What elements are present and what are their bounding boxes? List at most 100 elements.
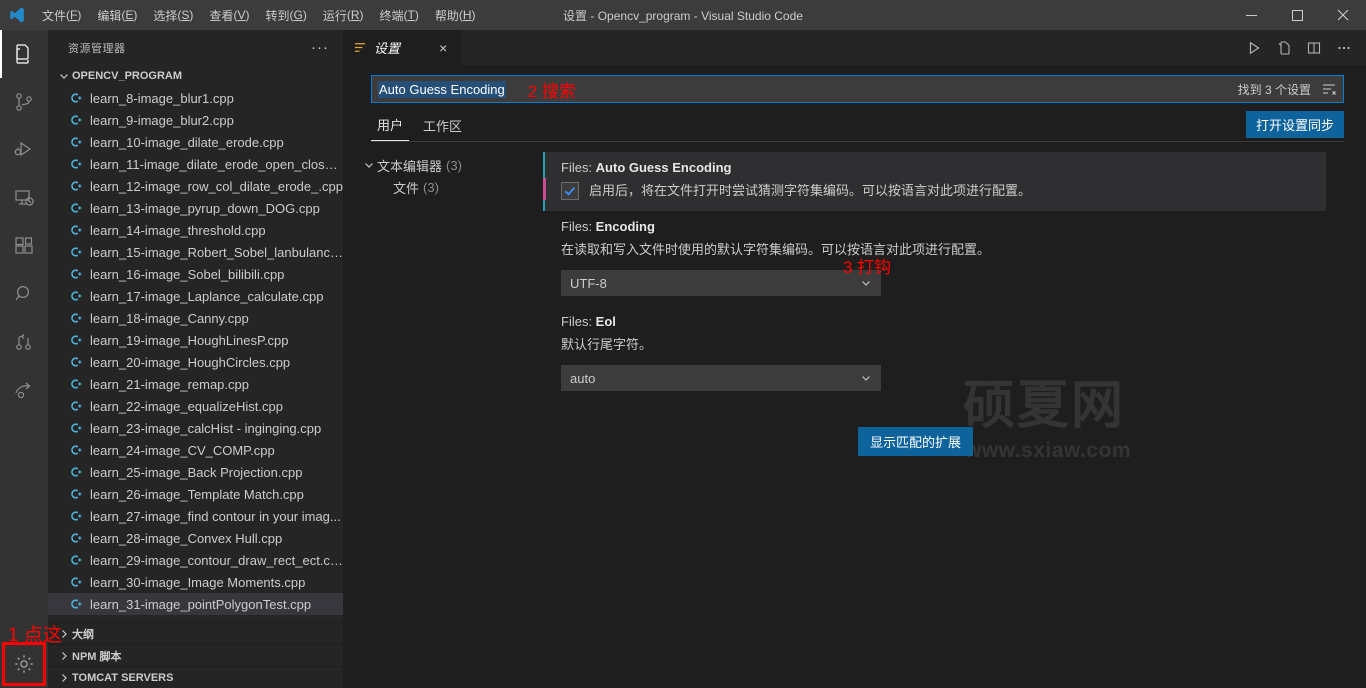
file-tree-item[interactable]: learn_10-image_dilate_erode.cpp <box>48 131 343 153</box>
activity-bar-bottom <box>0 640 48 688</box>
file-tree-item[interactable]: learn_30-image_Image Moments.cpp <box>48 571 343 593</box>
encoding-select-value: UTF-8 <box>570 275 607 291</box>
settings-search-input[interactable]: Auto Guess Encoding 2 搜索 找到 3 个设置 <box>371 75 1344 103</box>
tab-settings[interactable]: 设置 × <box>343 30 463 65</box>
menu-run[interactable]: 运行(R) <box>315 0 372 30</box>
file-tree-item[interactable]: learn_18-image_Canny.cpp <box>48 307 343 329</box>
cpp-file-icon <box>68 244 84 260</box>
sidebar-section-npm-label: NPM 脚本 <box>72 650 122 663</box>
setting-description-encoding: 在读取和写入文件时使用的默认字符集编码。可以按语言对此项进行配置。 <box>561 242 991 257</box>
tab-workspace-settings[interactable]: 工作区 <box>417 113 468 141</box>
menu-terminal[interactable]: 终端(T) <box>372 0 427 30</box>
cpp-file-icon <box>68 508 84 524</box>
tab-user-settings[interactable]: 用户 <box>371 112 410 141</box>
file-tree-item-label: learn_13-image_pyrup_down_DOG.cpp <box>90 200 320 216</box>
turn-on-settings-sync-button[interactable]: 打开设置同步 <box>1245 111 1344 138</box>
show-matching-extensions-button[interactable]: 显示匹配的扩展 <box>858 427 974 456</box>
file-tree-item[interactable]: learn_9-image_blur2.cpp <box>48 109 343 131</box>
sidebar-section-npm-scripts[interactable]: NPM 脚本 <box>48 644 343 666</box>
editor-more-actions-button[interactable] <box>1330 34 1358 62</box>
file-tree-item[interactable]: learn_13-image_pyrup_down_DOG.cpp <box>48 197 343 219</box>
activity-search[interactable] <box>0 270 48 318</box>
eol-select[interactable]: auto <box>561 365 881 391</box>
more-actions-icon <box>1336 40 1352 56</box>
file-tree-item[interactable]: learn_28-image_Convex Hull.cpp <box>48 527 343 549</box>
file-tree-item[interactable]: learn_25-image_Back Projection.cpp <box>48 461 343 483</box>
cpp-file-icon <box>68 552 84 568</box>
activity-source-control[interactable] <box>0 78 48 126</box>
activity-live-share[interactable] <box>0 366 48 414</box>
menu-help[interactable]: 帮助(H) <box>427 0 484 30</box>
file-tree-item[interactable]: learn_31-image_pointPolygonTest.cpp <box>48 593 343 615</box>
cpp-file-icon <box>68 90 84 106</box>
menu-edit[interactable]: 编辑(E) <box>89 0 145 30</box>
setting-row-encoding[interactable]: Files: Encoding 在读取和写入文件时使用的默认字符集编码。可以按语… <box>543 211 1326 306</box>
activity-extensions[interactable] <box>0 222 48 270</box>
cpp-file-icon <box>68 134 84 150</box>
toc-item-text-editor[interactable]: 文本编辑器 (3) <box>361 154 543 176</box>
window-controls <box>1228 0 1366 30</box>
file-tree-item[interactable]: learn_21-image_remap.cpp <box>48 373 343 395</box>
file-tree-item-label: learn_19-image_HoughLinesP.cpp <box>90 332 289 348</box>
cpp-file-icon <box>68 200 84 216</box>
file-tree-item[interactable]: learn_14-image_threshold.cpp <box>48 219 343 241</box>
file-tree-item[interactable]: learn_15-image_Robert_Sobel_lanbulance..… <box>48 241 343 263</box>
split-editor-icon <box>1306 40 1322 56</box>
sidebar-more-actions-icon[interactable]: ··· <box>311 39 335 56</box>
menu-go[interactable]: 转到(G) <box>257 0 314 30</box>
file-tree-item-label: learn_20-image_HoughCircles.cpp <box>90 354 291 370</box>
file-tree-item[interactable]: learn_23-image_calcHist - inginging.cpp <box>48 417 343 439</box>
menu-view[interactable]: 查看(V) <box>201 0 257 30</box>
activity-remote-explorer[interactable] <box>0 174 48 222</box>
settings-editor: 硕夏网 www.sxiaw.com Auto Guess Encoding 2 … <box>343 65 1366 688</box>
play-icon <box>1246 40 1262 56</box>
minimize-button[interactable] <box>1228 0 1274 30</box>
activity-run-debug[interactable] <box>0 126 48 174</box>
folder-root-row[interactable]: OPENCV_PROGRAM <box>48 65 343 87</box>
run-debug-icon <box>12 138 36 162</box>
tab-close-icon[interactable]: × <box>434 39 452 57</box>
clear-filter-icon[interactable] <box>1319 79 1339 99</box>
source-control-icon <box>12 90 36 114</box>
editor-tabs-bar: 设置 × <box>343 30 1366 65</box>
sidebar-section-tomcat-servers[interactable]: TOMCAT SERVERS <box>48 666 343 688</box>
file-tree-item[interactable]: learn_29-image_contour_draw_rect_ect.cpp <box>48 549 343 571</box>
file-tree-item[interactable]: learn_12-image_row_col_dilate_erode_.cpp <box>48 175 343 197</box>
file-tree-item[interactable]: learn_26-image_Template Match.cpp <box>48 483 343 505</box>
split-editor-button[interactable] <box>1300 34 1328 62</box>
split-file-icon <box>1276 40 1292 56</box>
file-tree-item[interactable]: learn_11-image_dilate_erode_open_close_.… <box>48 153 343 175</box>
activity-explorer[interactable] <box>0 30 48 78</box>
file-tree-item[interactable]: learn_22-image_equalizeHist.cpp <box>48 395 343 417</box>
cpp-file-icon <box>68 442 84 458</box>
toc-item-files[interactable]: 文件 (3) <box>361 176 543 198</box>
file-tree[interactable]: learn_8-image_blur1.cpp learn_9-image_blu… <box>48 87 343 622</box>
sidebar-section-outline[interactable]: 大纲 <box>48 622 343 644</box>
open-changes-button[interactable] <box>1270 34 1298 62</box>
setting-row-eol[interactable]: Files: Eol 默认行尾字符。 auto <box>543 306 1326 401</box>
file-tree-item[interactable]: learn_24-image_CV_COMP.cpp <box>48 439 343 461</box>
activity-pull-requests[interactable] <box>0 318 48 366</box>
run-code-button[interactable] <box>1240 34 1268 62</box>
chevron-down-icon <box>860 372 872 384</box>
file-tree-item[interactable]: learn_16-image_Sobel_bilibili.cpp <box>48 263 343 285</box>
file-tree-item[interactable]: learn_19-image_HoughLinesP.cpp <box>48 329 343 351</box>
encoding-select[interactable]: UTF-8 <box>561 270 881 296</box>
file-tree-item[interactable]: learn_17-image_Laplance_calculate.cpp <box>48 285 343 307</box>
setting-checkbox-row: 启用后，将在文件打开时尝试猜测字符集编码。可以按语言对此项进行配置。 <box>561 181 1308 201</box>
auto-guess-encoding-checkbox[interactable] <box>561 182 579 200</box>
cpp-file-icon <box>68 420 84 436</box>
file-tree-item[interactable]: learn_27-image_find contour in your imag… <box>48 505 343 527</box>
manage-gear-button[interactable] <box>0 640 48 688</box>
file-tree-item-label: learn_26-image_Template Match.cpp <box>90 486 304 502</box>
menu-selection[interactable]: 选择(S) <box>145 0 201 30</box>
close-button[interactable] <box>1320 0 1366 30</box>
setting-row-auto-guess-encoding[interactable]: Files: Auto Guess Encoding 启用后，将在文件打开时尝试… <box>543 152 1326 211</box>
menu-file[interactable]: 文件(F) <box>34 0 89 30</box>
file-tree-item[interactable]: learn_20-image_HoughCircles.cpp <box>48 351 343 373</box>
file-tree-item[interactable]: learn_8-image_blur1.cpp <box>48 87 343 109</box>
chevron-down-icon <box>56 70 72 82</box>
title-bar: 文件(F) 编辑(E) 选择(S) 查看(V) 转到(G) 运行(R) 终端(T… <box>0 0 1366 30</box>
cpp-file-icon <box>68 530 84 546</box>
maximize-button[interactable] <box>1274 0 1320 30</box>
